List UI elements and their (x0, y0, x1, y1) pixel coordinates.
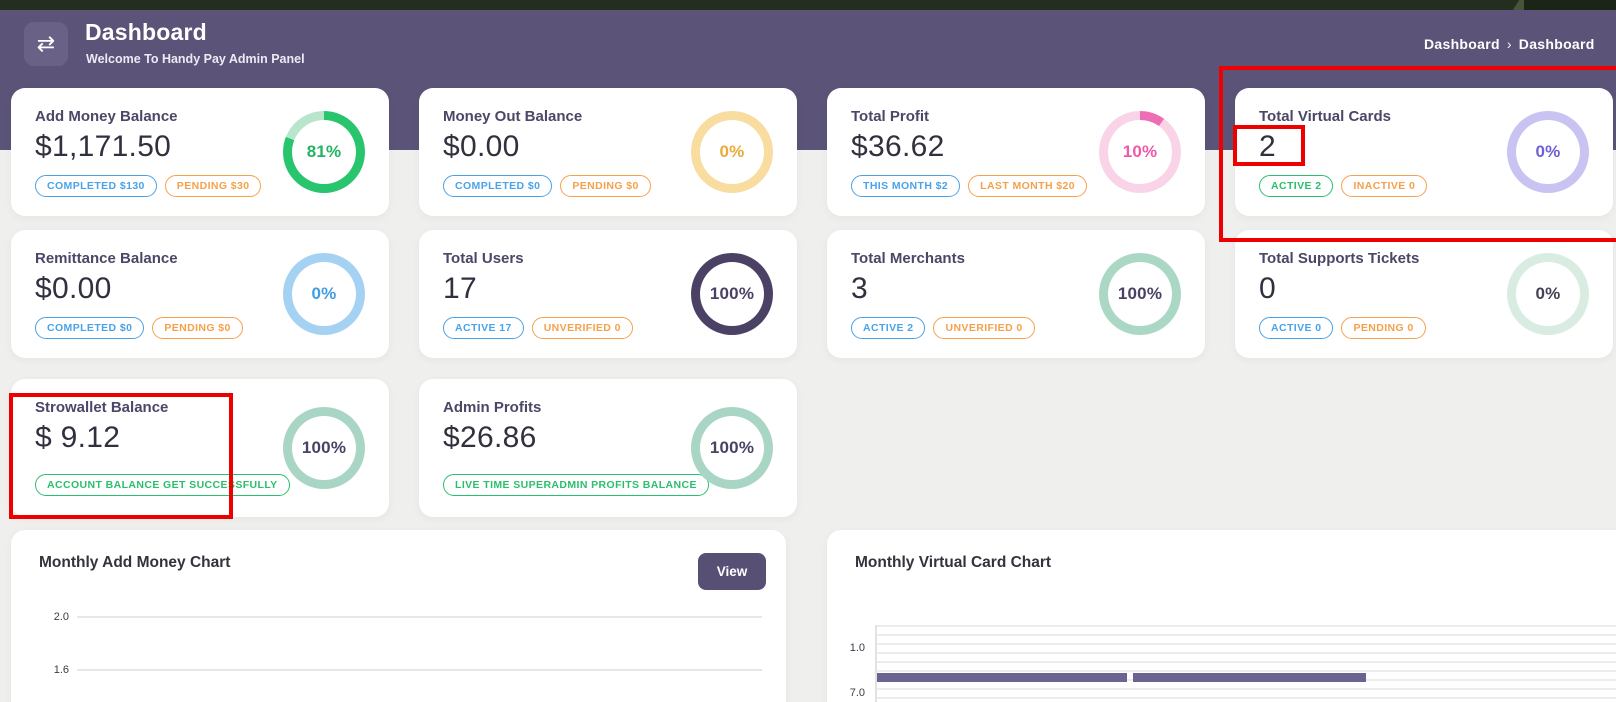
breadcrumb-page[interactable]: Dashboard (1519, 36, 1595, 52)
page-title: Dashboard (85, 19, 207, 46)
status-badge: ACTIVE 2 (851, 317, 925, 339)
card-total-users: Total Users 17 ACTIVE 17 UNVERIFIED 0 10… (419, 230, 797, 358)
progress-donut: 0% (283, 253, 365, 335)
progress-donut: 100% (1099, 253, 1181, 335)
y-axis-tick: 2.0 (39, 611, 69, 623)
progress-donut: 100% (283, 407, 365, 489)
status-badge: PENDING 0 (1341, 317, 1425, 339)
donut-percent: 81% (307, 142, 342, 162)
card-remittance-balance: Remittance Balance $0.00 COMPLETED $0 PE… (11, 230, 389, 358)
view-button[interactable]: View (698, 553, 766, 590)
donut-percent: 100% (710, 438, 754, 458)
y-axis-tick: 1.6 (39, 664, 69, 676)
breadcrumb: Dashboard › Dashboard (1424, 36, 1595, 52)
gridline (77, 616, 762, 618)
status-badge: COMPLETED $0 (35, 317, 144, 339)
swap-arrows-icon: ⇄ (37, 31, 55, 57)
progress-donut: 0% (1507, 111, 1589, 193)
card-total-virtual-cards: Total Virtual Cards 2 ACTIVE 2 INACTIVE … (1235, 88, 1613, 216)
monthly-add-money-chart-card: Monthly Add Money Chart View 2.0 1.6 (11, 530, 786, 702)
chevron-right-icon: › (1507, 36, 1512, 52)
breadcrumb-current[interactable]: Dashboard (1424, 36, 1500, 52)
progress-donut: 100% (691, 407, 773, 489)
donut-percent: 0% (720, 142, 745, 162)
y-axis-tick: 1.0 (835, 642, 865, 654)
donut-percent: 100% (302, 438, 346, 458)
progress-donut: 81% (283, 111, 365, 193)
status-badge: COMPLETED $130 (35, 175, 157, 197)
status-badge: PENDING $0 (560, 175, 650, 197)
status-badge: ACCOUNT BALANCE GET SUCCESSFULLY (35, 474, 290, 496)
dashboard-page: ⇄ Dashboard Welcome To Handy Pay Admin P… (0, 0, 1616, 702)
status-badge: PENDING $30 (165, 175, 262, 197)
card-admin-profits: Admin Profits $26.86 LIVE TIME SUPERADMI… (419, 379, 797, 517)
virtual-card-plot-area (875, 625, 1616, 702)
status-badge: ACTIVE 0 (1259, 317, 1333, 339)
virtual-card-bar-segment (1133, 673, 1366, 682)
progress-donut: 0% (1507, 253, 1589, 335)
status-badge: LIVE TIME SUPERADMIN PROFITS BALANCE (443, 474, 709, 496)
status-badge: THIS MONTH $2 (851, 175, 960, 197)
chart-title: Monthly Add Money Chart (39, 554, 230, 572)
sidebar-toggle-button[interactable]: ⇄ (24, 22, 68, 66)
virtual-card-bar-segment (877, 673, 1127, 682)
card-total-supports-tickets: Total Supports Tickets 0 ACTIVE 0 PENDIN… (1235, 230, 1613, 358)
progress-donut: 0% (691, 111, 773, 193)
status-badge: COMPLETED $0 (443, 175, 552, 197)
page-subtitle: Welcome To Handy Pay Admin Panel (86, 52, 305, 66)
card-money-out-balance: Money Out Balance $0.00 COMPLETED $0 PEN… (419, 88, 797, 216)
card-strowallet-balance: Strowallet Balance $ 9.12 ACCOUNT BALANC… (11, 379, 389, 517)
card-total-profit: Total Profit $36.62 THIS MONTH $2 LAST M… (827, 88, 1205, 216)
progress-donut: 100% (691, 253, 773, 335)
status-badge: UNVERIFIED 0 (532, 317, 633, 339)
status-badge: INACTIVE 0 (1341, 175, 1427, 197)
gridline (77, 669, 762, 671)
donut-percent: 0% (1536, 142, 1561, 162)
y-axis-tick: 7.0 (835, 687, 865, 699)
chart-title: Monthly Virtual Card Chart (855, 554, 1051, 572)
status-badge: UNVERIFIED 0 (933, 317, 1034, 339)
window-top-strip (0, 0, 1616, 10)
progress-donut: 10% (1099, 111, 1181, 193)
status-badge: PENDING $0 (152, 317, 242, 339)
donut-percent: 10% (1123, 142, 1158, 162)
monthly-virtual-card-chart-card: Monthly Virtual Card Chart 1.0 7.0 (827, 530, 1616, 702)
status-badge: ACTIVE 17 (443, 317, 524, 339)
status-badge: LAST MONTH $20 (968, 175, 1087, 197)
card-total-merchants: Total Merchants 3 ACTIVE 2 UNVERIFIED 0 … (827, 230, 1205, 358)
donut-percent: 100% (1118, 284, 1162, 304)
top-strip-right (1524, 0, 1616, 10)
status-badge: ACTIVE 2 (1259, 175, 1333, 197)
donut-percent: 0% (1536, 284, 1561, 304)
donut-percent: 100% (710, 284, 754, 304)
card-add-money-balance: Add Money Balance $1,171.50 COMPLETED $1… (11, 88, 389, 216)
donut-percent: 0% (312, 284, 337, 304)
